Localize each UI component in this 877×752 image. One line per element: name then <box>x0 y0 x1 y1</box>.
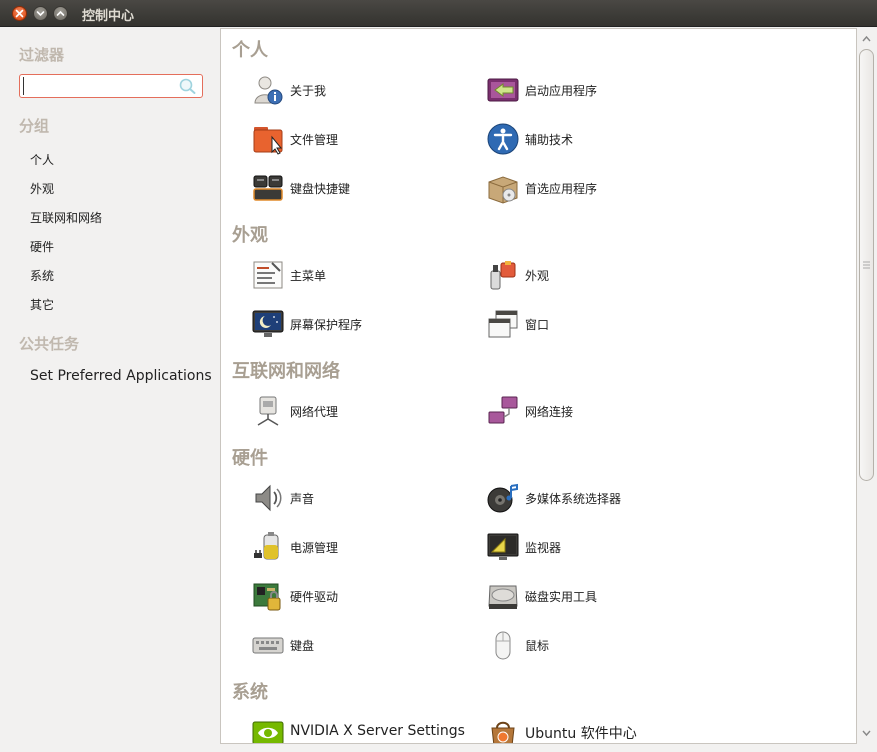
startup-apps-icon <box>487 78 519 102</box>
group-item-system[interactable]: 系统 <box>30 267 54 284</box>
category-heading-internet: 互联网和网络 <box>232 361 340 382</box>
multimedia-selector-icon <box>487 483 518 513</box>
tile-label: 鼠标 <box>525 639 550 653</box>
task-set-preferred-applications[interactable]: Set Preferred Applications <box>30 368 212 384</box>
group-item-other[interactable]: 其它 <box>30 296 54 313</box>
keyboard-shortcuts-icon <box>253 175 283 201</box>
minimize-icon <box>36 11 45 17</box>
tile-appearance[interactable]: 外观 <box>487 259 707 293</box>
tile-label: NVIDIA X Server Settings <box>290 723 465 739</box>
tile-disk-utility[interactable]: 磁盘实用工具 <box>487 580 707 614</box>
category-heading-hardware: 硬件 <box>232 448 268 469</box>
tile-label: 网络代理 <box>290 405 339 419</box>
tile-label: Ubuntu 软件中心 <box>525 726 637 742</box>
tile-startup-apps[interactable]: 启动应用程序 <box>487 74 707 108</box>
category-heading-system: 系统 <box>232 682 268 703</box>
main-menu-icon <box>253 261 283 289</box>
group-item-internet[interactable]: 互联网和网络 <box>30 209 102 226</box>
group-item-hardware[interactable]: 硬件 <box>30 238 54 255</box>
tile-file-manager[interactable]: 文件管理 <box>252 123 472 157</box>
window-title: 控制中心 <box>82 9 135 24</box>
tile-label: 声音 <box>290 492 315 506</box>
tile-label: 外观 <box>525 269 550 283</box>
tile-about-me[interactable]: 关于我 <box>252 74 472 108</box>
close-icon <box>15 9 24 18</box>
scroll-down-icon[interactable] <box>861 728 872 738</box>
tile-label: 主菜单 <box>290 269 327 283</box>
tile-label: 文件管理 <box>290 133 339 147</box>
category-heading-personal: 个人 <box>232 40 268 61</box>
tile-label: 屏幕保护程序 <box>290 318 363 332</box>
group-item-personal[interactable]: 个人 <box>30 151 54 168</box>
tile-screensaver[interactable]: 屏幕保护程序 <box>252 308 472 342</box>
group-item-appearance[interactable]: 外观 <box>30 180 54 197</box>
search-icon[interactable] <box>177 77 197 95</box>
tile-accessibility[interactable]: 辅助技术 <box>487 123 707 157</box>
about-me-icon <box>254 76 283 105</box>
filter-heading: 过滤器 <box>19 46 65 64</box>
tile-preferred-apps[interactable]: 首选应用程序 <box>487 172 707 206</box>
filter-search-input[interactable] <box>23 77 174 95</box>
tile-power-management[interactable]: 电源管理 <box>252 531 472 565</box>
power-management-icon <box>254 532 279 560</box>
control-center-window: 控制中心 过滤器 分组 个人 外观 互联网和网络 硬件 系统 其它 公共任务 S… <box>0 0 877 752</box>
disk-utility-icon <box>488 585 518 609</box>
appearance-icon <box>490 261 516 290</box>
network-connections-icon <box>488 396 518 424</box>
tile-label: 监视器 <box>525 541 562 555</box>
file-manager-icon <box>253 127 283 155</box>
tile-sound[interactable]: 声音 <box>252 482 472 516</box>
tile-label: 窗口 <box>525 318 550 332</box>
tile-multimedia-selector[interactable]: 多媒体系统选择器 <box>487 482 707 516</box>
tile-network-connections[interactable]: 网络连接 <box>487 395 707 429</box>
filter-search-box[interactable] <box>19 74 203 98</box>
tile-nvidia-settings[interactable]: NVIDIA X Server Settings <box>252 716 472 743</box>
minimize-button[interactable] <box>33 6 48 21</box>
tile-label: 网络连接 <box>525 405 574 419</box>
monitor-icon <box>487 533 519 560</box>
mouse-icon <box>495 631 511 660</box>
tile-monitor[interactable]: 监视器 <box>487 531 707 565</box>
accessibility-icon <box>487 123 519 155</box>
tile-label: 磁盘实用工具 <box>525 590 598 604</box>
sound-icon <box>255 484 282 512</box>
tile-mouse[interactable]: 鼠标 <box>487 629 707 663</box>
title-bar[interactable]: 控制中心 <box>0 0 877 27</box>
tile-keyboard-shortcuts[interactable]: 键盘快捷键 <box>252 172 472 206</box>
tile-software-center[interactable]: Ubuntu 软件中心 <box>487 716 707 743</box>
hardware-drivers-icon <box>253 583 281 611</box>
bottom-border <box>220 744 877 752</box>
tile-label: 键盘快捷键 <box>290 182 351 196</box>
groups-heading: 分组 <box>19 117 50 135</box>
category-heading-appearance: 外观 <box>232 225 268 246</box>
common-tasks-heading: 公共任务 <box>19 335 80 353</box>
network-proxy-icon <box>257 396 279 426</box>
windows-icon <box>488 310 518 338</box>
tile-label: 硬件驱动 <box>290 590 339 604</box>
screensaver-icon <box>252 310 284 337</box>
keyboard-icon <box>252 637 284 654</box>
tile-label: 键盘 <box>290 639 315 653</box>
tile-label: 首选应用程序 <box>525 182 598 196</box>
preferred-apps-icon <box>488 176 518 204</box>
tile-label: 关于我 <box>290 84 327 98</box>
scroll-grip-icon <box>863 261 870 269</box>
tile-label: 启动应用程序 <box>525 84 598 98</box>
maximize-button[interactable] <box>53 6 68 21</box>
tile-network-proxy[interactable]: 网络代理 <box>252 395 472 429</box>
close-button[interactable] <box>12 6 27 21</box>
tile-main-menu[interactable]: 主菜单 <box>252 259 472 293</box>
tile-windows[interactable]: 窗口 <box>487 308 707 342</box>
software-center-icon <box>491 721 515 743</box>
scroll-up-icon[interactable] <box>861 34 872 44</box>
sidebar: 过滤器 分组 个人 外观 互联网和网络 硬件 系统 其它 公共任务 Set Pr… <box>0 28 220 752</box>
maximize-icon <box>56 10 65 16</box>
main-panel: 个人 关于我 启动应用程序 文件管理 辅助技术 键盘快捷键 首选应用程序 外观 … <box>220 28 857 744</box>
tile-label: 多媒体系统选择器 <box>525 492 622 506</box>
nvidia-icon <box>252 721 284 743</box>
tile-label: 电源管理 <box>290 541 339 555</box>
tile-label: 辅助技术 <box>525 133 574 147</box>
tile-keyboard[interactable]: 键盘 <box>252 629 472 663</box>
tile-hardware-drivers[interactable]: 硬件驱动 <box>252 580 472 614</box>
